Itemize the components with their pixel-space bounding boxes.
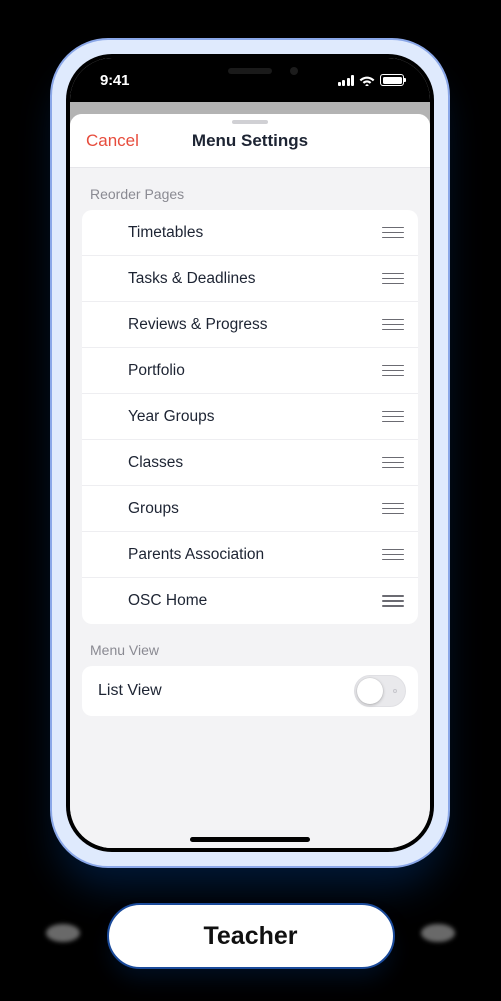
drag-handle-icon[interactable] bbox=[382, 268, 404, 290]
device-frame: 9:41 Cancel Me bbox=[50, 38, 450, 868]
status-time: 9:41 bbox=[92, 72, 129, 89]
list-item[interactable]: Groups bbox=[82, 486, 418, 532]
drag-handle-icon[interactable] bbox=[382, 314, 404, 336]
list-item-label: OSC Home bbox=[128, 592, 382, 610]
list-item-label: Reviews & Progress bbox=[128, 316, 382, 334]
device-screen: 9:41 Cancel Me bbox=[70, 58, 430, 848]
drag-handle-icon[interactable] bbox=[382, 590, 404, 612]
section-label-menu-view: Menu View bbox=[70, 624, 430, 666]
list-item-label: Parents Association bbox=[128, 546, 382, 564]
wifi-icon bbox=[359, 74, 375, 86]
list-item-label: Tasks & Deadlines bbox=[128, 270, 382, 288]
list-item[interactable]: Reviews & Progress bbox=[82, 302, 418, 348]
device-bezel: 9:41 Cancel Me bbox=[66, 54, 434, 852]
list-item[interactable]: Tasks & Deadlines bbox=[82, 256, 418, 302]
drag-handle-icon[interactable] bbox=[382, 498, 404, 520]
section-label-reorder: Reorder Pages bbox=[70, 168, 430, 210]
earbud-shadow-right bbox=[421, 924, 455, 942]
list-item[interactable]: Portfolio bbox=[82, 348, 418, 394]
drag-handle-icon[interactable] bbox=[382, 406, 404, 428]
list-item[interactable]: Timetables bbox=[82, 210, 418, 256]
notch bbox=[162, 58, 338, 88]
status-indicators bbox=[338, 74, 409, 86]
list-item-label: Portfolio bbox=[128, 362, 382, 380]
list-item[interactable]: Classes bbox=[82, 440, 418, 486]
cellular-signal-icon bbox=[338, 75, 355, 86]
list-item[interactable]: OSC Home bbox=[82, 578, 418, 624]
list-item[interactable]: Parents Association bbox=[82, 532, 418, 578]
sheet-title: Menu Settings bbox=[192, 131, 308, 151]
drag-handle-icon[interactable] bbox=[382, 544, 404, 566]
home-indicator[interactable] bbox=[190, 837, 310, 842]
list-item[interactable]: Year Groups bbox=[82, 394, 418, 440]
list-item-label: Year Groups bbox=[128, 408, 382, 426]
menu-view-card: List View bbox=[82, 666, 418, 716]
toggle-off-indicator bbox=[393, 689, 397, 693]
battery-icon bbox=[380, 74, 404, 86]
modal-sheet: Cancel Menu Settings Reorder Pages Timet… bbox=[70, 114, 430, 848]
toggle-label: List View bbox=[98, 682, 354, 700]
drag-handle-icon[interactable] bbox=[382, 452, 404, 474]
list-item-label: Timetables bbox=[128, 224, 382, 242]
list-item-label: Classes bbox=[128, 454, 382, 472]
toggle-knob bbox=[357, 678, 383, 704]
list-item-label: Groups bbox=[128, 500, 382, 518]
cancel-button[interactable]: Cancel bbox=[86, 131, 139, 151]
reorder-pages-list: Timetables Tasks & Deadlines Reviews & P… bbox=[82, 210, 418, 624]
list-view-toggle-row[interactable]: List View bbox=[82, 666, 418, 716]
drag-handle-icon[interactable] bbox=[382, 222, 404, 244]
sheet-header: Cancel Menu Settings bbox=[70, 114, 430, 168]
list-view-toggle[interactable] bbox=[354, 675, 406, 707]
earbud-shadow-left bbox=[46, 924, 80, 942]
sheet-grabber[interactable] bbox=[232, 120, 268, 124]
role-badge: Teacher bbox=[107, 903, 395, 969]
drag-handle-icon[interactable] bbox=[382, 360, 404, 382]
